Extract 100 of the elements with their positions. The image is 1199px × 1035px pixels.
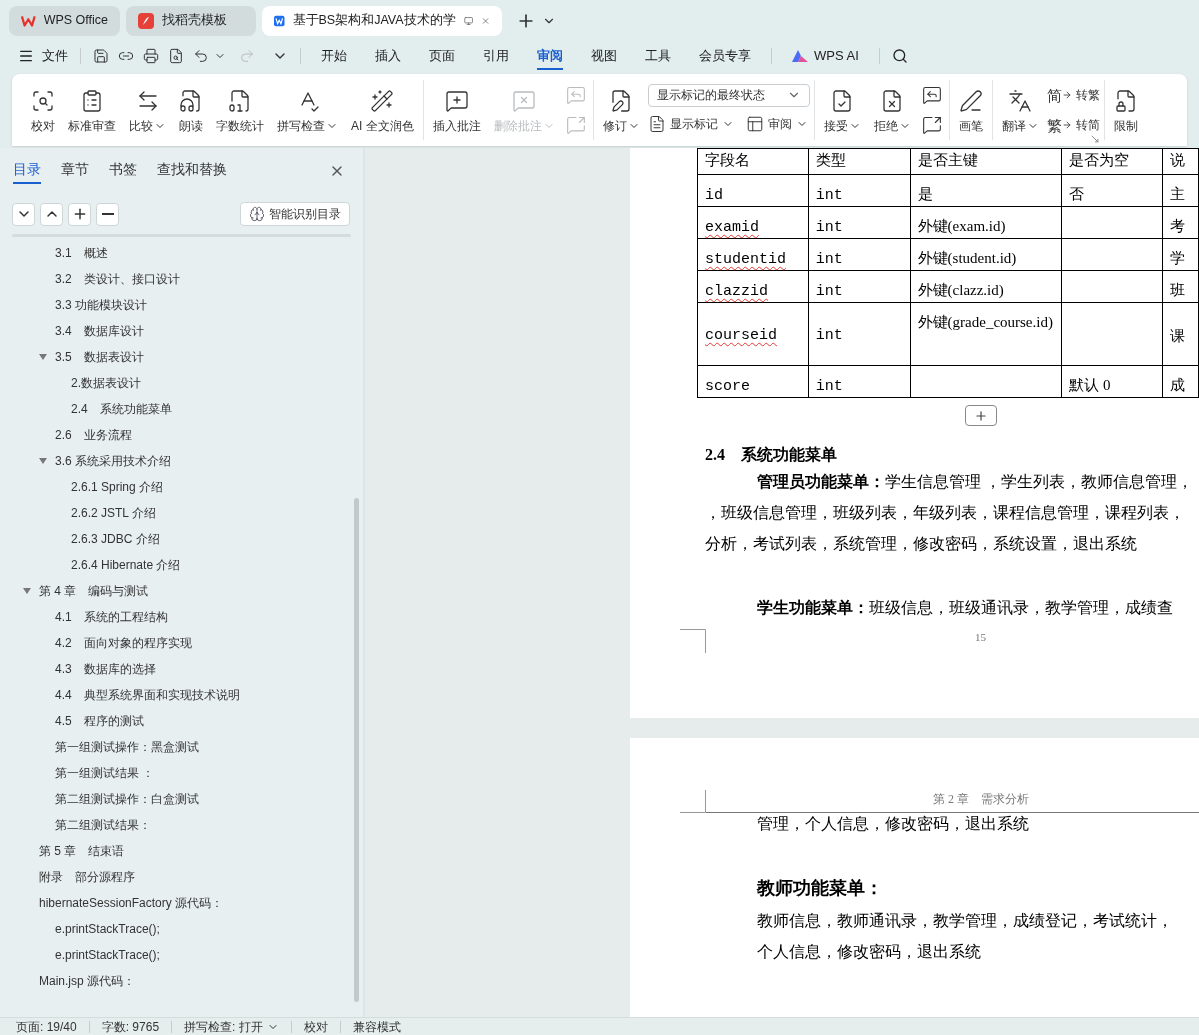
wps-ai-button[interactable]: WPS AI [792, 46, 859, 66]
ribbon-button[interactable]: 校对 [26, 78, 60, 142]
toc-item[interactable]: e.printStackTrace(); [55, 920, 160, 938]
ribbon-small-button[interactable]: 简 转繁 [1046, 82, 1100, 108]
toc-item[interactable]: 3.5 数据表设计 [55, 348, 144, 366]
toc-item[interactable]: e.printStackTrace(); [55, 946, 160, 964]
ribbon-tab[interactable]: 视图 [591, 42, 617, 70]
toc-item[interactable]: 4.2 面向对象的程序实现 [55, 634, 192, 652]
ribbon-button[interactable]: 画笔 [953, 78, 988, 142]
toc-item[interactable]: 2.6.1 Spring 介绍 [71, 478, 164, 496]
toc-item[interactable]: 附录 部分源程序 [39, 868, 135, 886]
status-item[interactable]: 页面: 19/40 [16, 1017, 77, 1035]
print-icon[interactable] [143, 48, 159, 64]
plus-icon [974, 408, 988, 423]
table-cell: 外键(exam.id) [910, 207, 1063, 239]
translate-icon [1008, 88, 1033, 113]
ribbon-button[interactable]: 标准审查 [63, 78, 121, 142]
ribbon-tab[interactable]: 审阅 [537, 42, 563, 70]
ribbon-small-button[interactable]: 显示标记 [647, 110, 734, 137]
ribbon-button[interactable]: 插入批注 [427, 78, 486, 142]
comment-back-icon [565, 85, 586, 105]
browser-tab[interactable]: WPS Office [9, 5, 120, 36]
logo-icon [138, 12, 154, 29]
logo-icon [21, 13, 36, 28]
toc-item[interactable]: 3.4 数据库设计 [55, 322, 144, 340]
toc-item[interactable]: 第一组测试结果 ： [55, 764, 155, 782]
undo-icon[interactable] [193, 48, 209, 64]
expand-triangle-icon[interactable] [39, 457, 47, 465]
outline-button[interactable] [68, 202, 91, 226]
paragraph-line: 管理，个人信息，修改密码，退出系统 [757, 814, 1030, 834]
ribbon-button[interactable]: 拒绝 [868, 78, 916, 142]
ribbon-tab[interactable]: 插入 [375, 42, 401, 70]
toc-item[interactable]: 2.6 业务流程 [55, 426, 132, 444]
scrollbar[interactable] [354, 498, 359, 1002]
ribbon-tab[interactable]: 引用 [483, 42, 509, 70]
browser-tab[interactable]: 找稻壳模板 [126, 5, 256, 36]
corner-mark [680, 790, 706, 813]
ribbon-small-button[interactable]: 审阅 [745, 110, 808, 137]
toc-item[interactable]: 4.4 典型系统界面和实现技术说明 [55, 686, 240, 704]
markup-dropdown[interactable]: 显示标记的最终状态 [647, 83, 810, 107]
ribbon-button[interactable]: 拼写检查 [272, 78, 343, 142]
table-header-cell: 是否为空 [1062, 149, 1164, 175]
toc-item[interactable]: Main.jsp 源代码： [39, 972, 136, 990]
toc-item[interactable]: 第一组测试操作：黑盒测试 [55, 738, 199, 756]
outline-button[interactable] [96, 202, 119, 226]
toc-item[interactable]: 3.2 类设计、接口设计 [55, 270, 180, 288]
toc-item[interactable]: 第二组测试结果： [55, 816, 151, 834]
status-item[interactable]: 拼写检查: 打开 [184, 1017, 279, 1035]
toc-item[interactable]: hibernateSessionFactory 源代码： [39, 894, 224, 912]
ribbon-button[interactable]: 朗读 [174, 78, 208, 142]
ribbon-button[interactable]: 修订 [597, 78, 645, 142]
ribbon-button[interactable]: 限制 [1108, 78, 1143, 142]
ribbon-tab[interactable]: 开始 [321, 42, 347, 70]
search-icon[interactable] [891, 48, 908, 64]
table-cell: courseid [698, 303, 809, 366]
expand-triangle-icon[interactable] [39, 353, 47, 361]
ribbon-button[interactable]: 比较 [124, 78, 171, 142]
toc-item[interactable]: 2.4 系统功能菜单 [71, 400, 172, 418]
toc-item[interactable]: 4.3 数据库的选择 [55, 660, 156, 678]
toc-item[interactable]: 第 4 章 编码与测试 [39, 582, 149, 600]
toc-item[interactable]: 第二组测试操作：白盒测试 [55, 790, 199, 808]
ribbon-tab[interactable]: 页面 [429, 42, 455, 70]
minus-icon [101, 213, 114, 215]
ribbon-tab[interactable]: 工具 [645, 42, 671, 70]
panel-tab[interactable]: 章节 [61, 158, 89, 184]
print-preview-icon[interactable] [168, 48, 184, 64]
ribbon-button[interactable]: AI 全文润色 [346, 78, 419, 142]
paragraph-line: 学生功能菜单：班级信息，班级通讯录，教学管理，成绩查 [757, 598, 1174, 618]
toc-item[interactable]: 2.6.4 Hibernate 介绍 [71, 556, 181, 574]
toc-item[interactable]: 3.1 概述 [55, 244, 108, 262]
ribbon-tab[interactable]: 会员专享 [699, 42, 751, 70]
add-row-button[interactable] [965, 405, 997, 426]
toc-item[interactable]: 2.数据表设计 [71, 374, 141, 392]
status-item[interactable]: 校对 [303, 1017, 328, 1035]
menu-icon [18, 48, 34, 64]
document-stamp-icon [80, 88, 104, 113]
smart-toc-button[interactable]: 智能识别目录 [240, 202, 350, 226]
toc-item[interactable]: 3.3 功能模块设计 [55, 296, 147, 314]
toc-item[interactable]: 2.6.2 JSTL 介绍 [71, 504, 156, 522]
panel-tab[interactable]: 查找和替换 [157, 158, 227, 184]
toc-item[interactable]: 2.6.3 JDBC 介绍 [71, 530, 160, 548]
ribbon-button[interactable]: 字数统计 [211, 78, 269, 142]
panel-tab[interactable]: 目录 [13, 158, 41, 184]
file-menu-button[interactable]: 文件 [18, 46, 68, 66]
browser-tab[interactable]: 基于BS架构和JAVA技术的学 [262, 5, 502, 36]
status-item[interactable]: 字数: 9765 [101, 1017, 160, 1035]
toc-item[interactable]: 第 5 章 结束语 [39, 842, 125, 860]
toc-item[interactable]: 4.1 系统的工程结构 [55, 608, 168, 626]
table-cell: examid [698, 207, 809, 239]
save-icon[interactable] [93, 48, 109, 64]
ribbon-button[interactable]: 接受 [818, 78, 866, 142]
dialog-launcher-icon[interactable] [1089, 134, 1100, 144]
ai-logo-icon [792, 50, 808, 62]
expand-triangle-icon[interactable] [23, 587, 31, 595]
toc-item[interactable]: 4.5 程序的测试 [55, 712, 144, 730]
ribbon-small-button[interactable]: 繁 转简 [1046, 112, 1100, 138]
ribbon-button[interactable]: 翻译 [996, 78, 1044, 142]
toc-item[interactable]: 3.6 系统采用技术介绍 [55, 452, 171, 470]
panel-tab[interactable]: 书签 [109, 158, 137, 184]
status-item[interactable]: 兼容模式 [352, 1017, 401, 1035]
